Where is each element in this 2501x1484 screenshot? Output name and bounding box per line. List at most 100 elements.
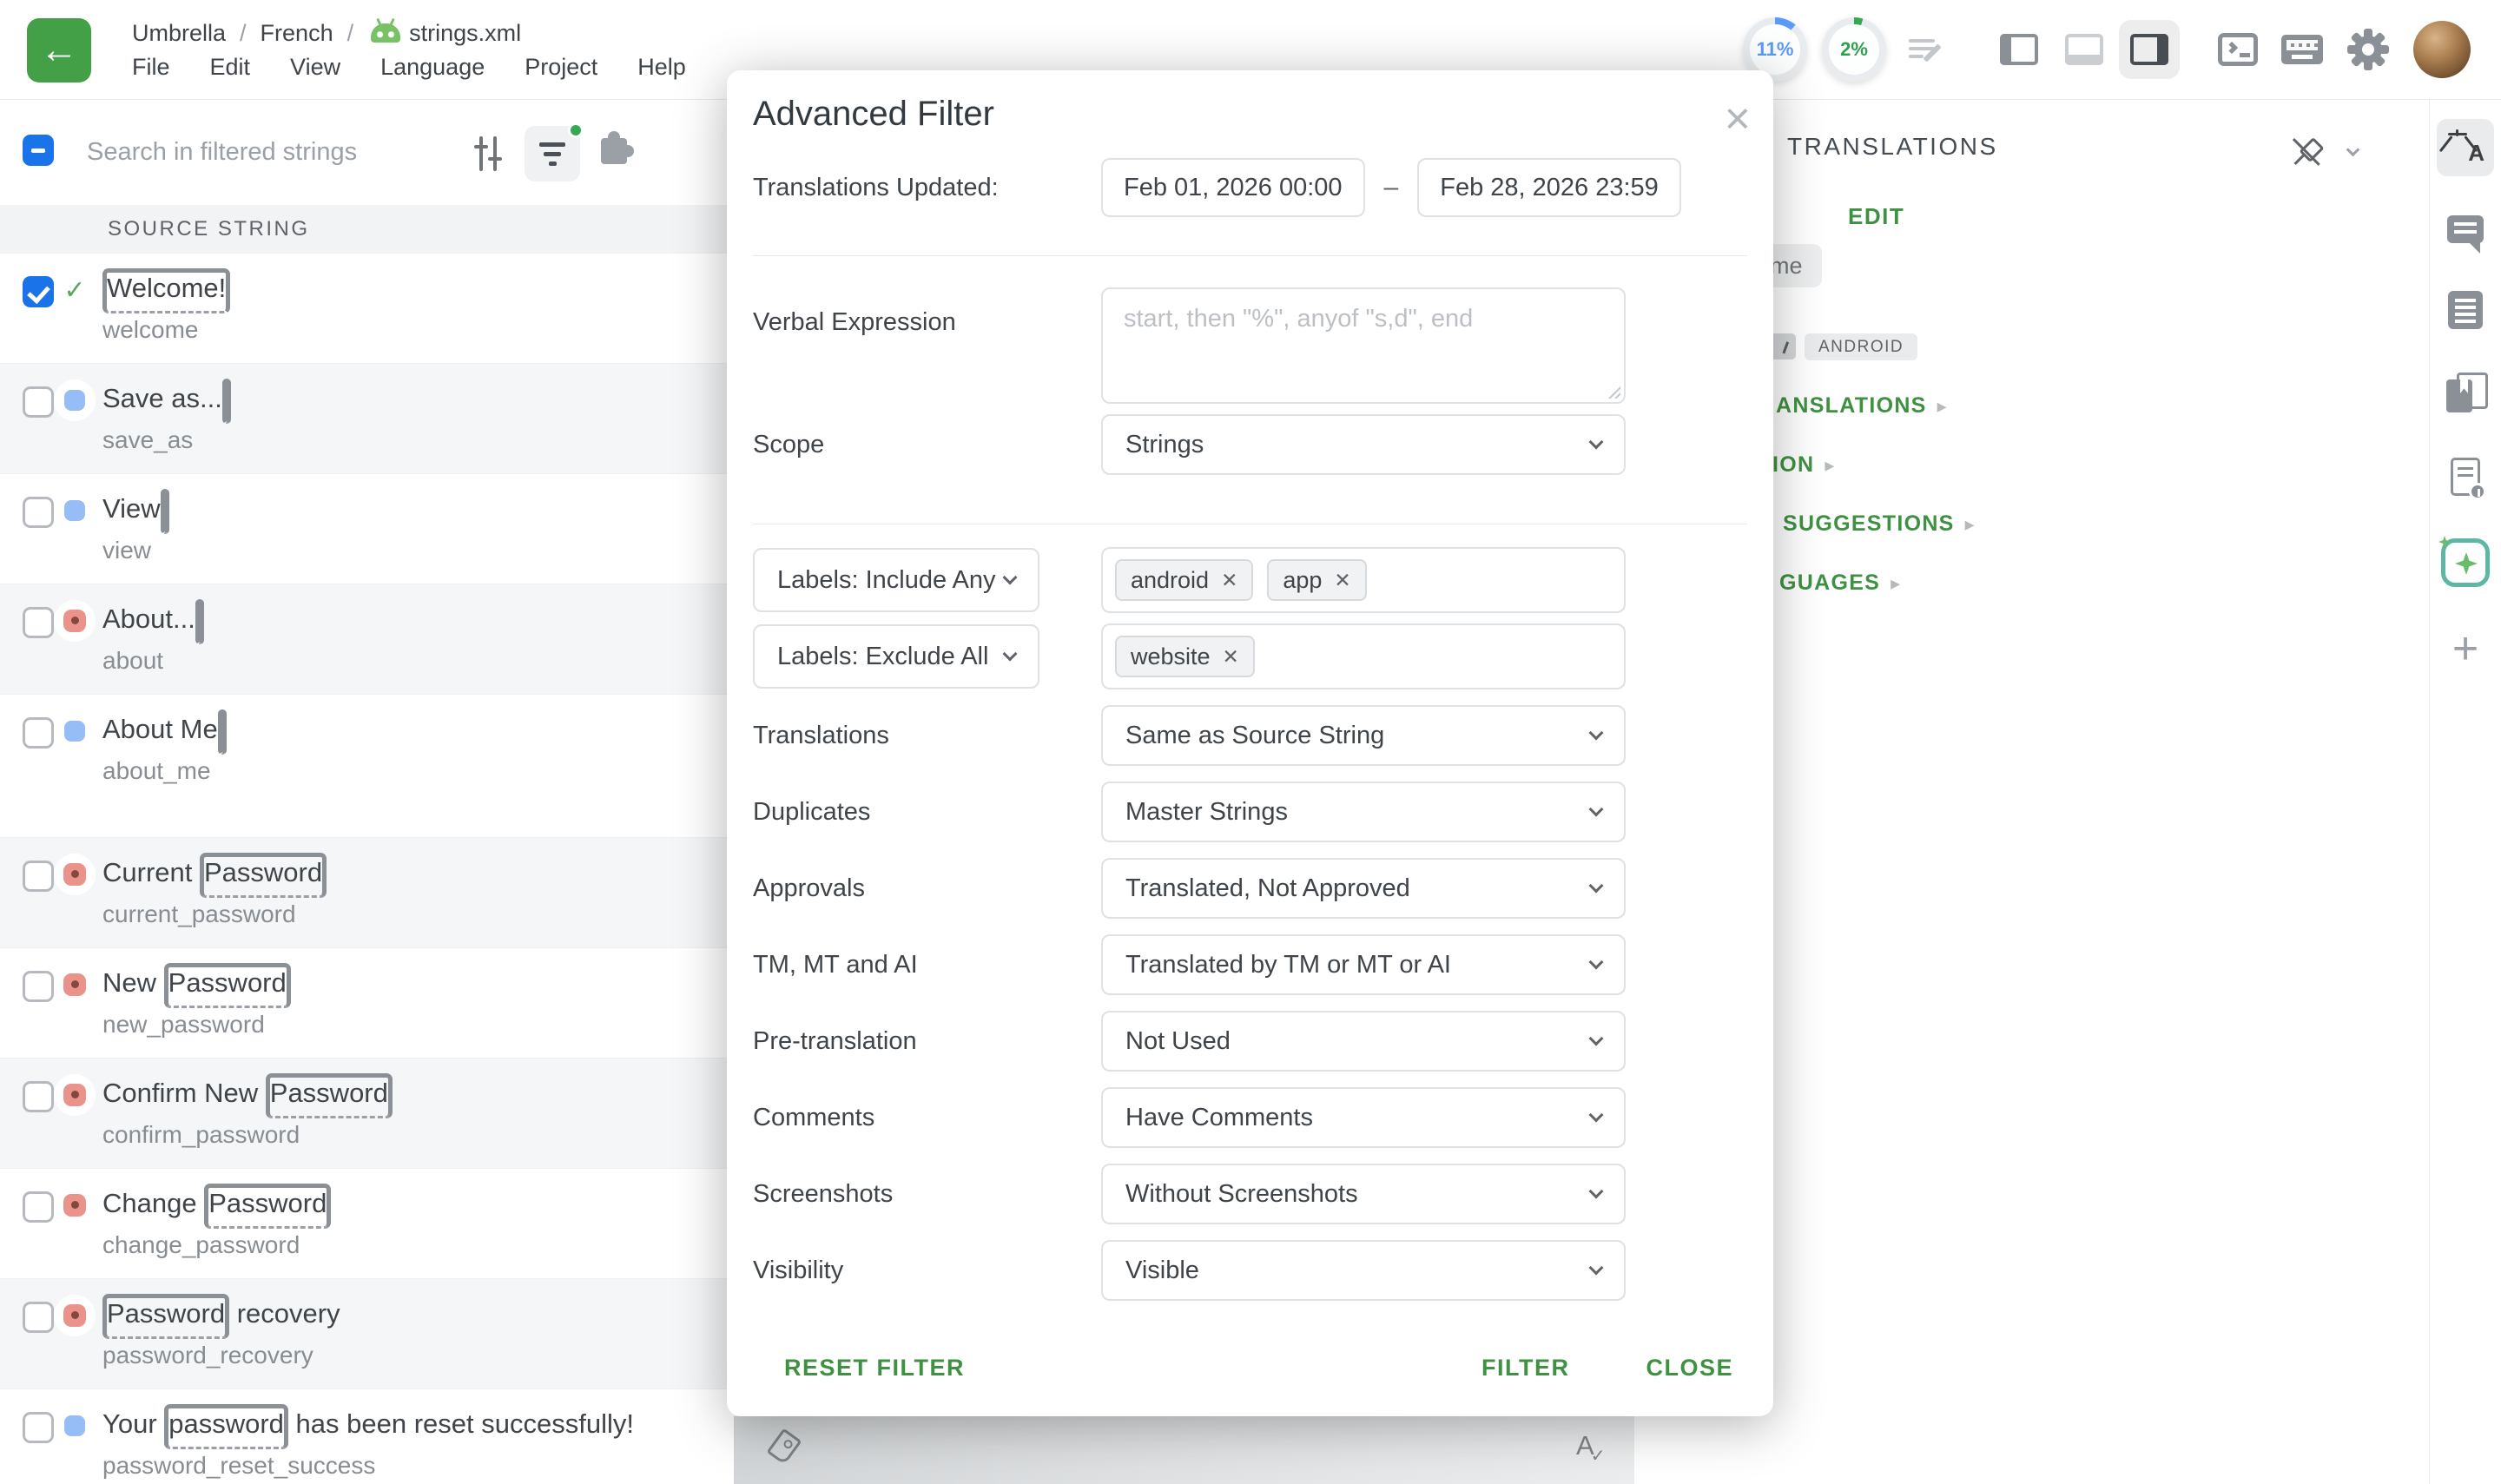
context-tab-icon[interactable] [2437, 281, 2494, 339]
add-panel-icon[interactable]: + [2437, 620, 2494, 677]
row-checkbox[interactable] [23, 1081, 54, 1112]
layout-bottom-panel-icon[interactable] [2063, 29, 2105, 70]
list-item[interactable]: Current Password current_password [0, 837, 734, 947]
translations-select[interactable]: Same as Source String [1101, 705, 1626, 766]
select-all-checkbox[interactable] [23, 135, 54, 166]
tm-mt-ai-select[interactable]: Translated by TM or MT or AI [1101, 934, 1626, 995]
row-checkbox[interactable] [23, 497, 54, 528]
list-item[interactable]: Password recovery password_recovery [0, 1278, 734, 1388]
plugins-icon[interactable] [601, 138, 627, 164]
breadcrumb-language[interactable]: French [261, 20, 333, 47]
list-item[interactable]: View view [0, 473, 734, 584]
scope-select[interactable]: Strings [1101, 414, 1626, 475]
comments-select[interactable]: Have Comments [1101, 1087, 1626, 1148]
ai-assistant-tab-icon[interactable] [2437, 534, 2494, 591]
screenshots-select[interactable]: Without Screenshots [1101, 1164, 1626, 1224]
approved-progress-badge[interactable]: 2% [1822, 17, 1886, 82]
menu-view[interactable]: View [290, 54, 340, 81]
layout-left-panel-icon[interactable] [1998, 29, 2040, 70]
date-from-input[interactable]: Feb 01, 2026 00:00 [1101, 158, 1365, 217]
list-item[interactable]: ✓ Welcome! welcome [0, 253, 734, 363]
search-input[interactable]: Search in filtered strings [87, 138, 357, 167]
edit-link[interactable]: EDIT [1848, 203, 1904, 230]
section-link-suggestions[interactable]: SUGGESTIONS▸ [1783, 511, 1976, 537]
file-info-tab-icon[interactable] [2437, 448, 2494, 505]
duplicates-filter-row: Duplicates Master Strings [753, 782, 1747, 842]
remove-tag-icon[interactable]: ✕ [1334, 569, 1350, 592]
gear-icon[interactable] [2347, 29, 2389, 70]
menu-file[interactable]: File [132, 54, 170, 81]
list-item[interactable]: Change Password change_password [0, 1168, 734, 1278]
list-item[interactable]: Save as... save_as [0, 363, 734, 473]
row-checkbox[interactable] [23, 1302, 54, 1333]
filter-active-dot [568, 122, 584, 138]
tm-mt-ai-filter-row: TM, MT and AI Translated by TM or MT or … [753, 934, 1747, 995]
reset-filter-button[interactable]: RESET FILTER [784, 1355, 965, 1382]
status-untranslated-icon [54, 379, 96, 421]
chevron-down-icon [1589, 802, 1604, 817]
row-checkbox[interactable] [23, 717, 54, 749]
list-item[interactable]: About Me about_me [0, 694, 734, 837]
row-checkbox[interactable] [23, 276, 54, 307]
edit-note-icon[interactable] [1905, 29, 1947, 70]
labels-include-select[interactable]: Labels: Include Any [753, 548, 1039, 612]
row-checkbox[interactable] [23, 971, 54, 1002]
menu-project[interactable]: Project [525, 54, 597, 81]
menu-edit[interactable]: Edit [210, 54, 251, 81]
pin-icon[interactable] [2293, 138, 2324, 169]
status-untranslated-icon [54, 710, 96, 752]
back-button[interactable]: ← [27, 18, 91, 82]
verbal-expression-textarea[interactable]: start, then "%", anyof "s,d", end [1101, 287, 1626, 404]
glossary-tab-icon[interactable] [2437, 365, 2494, 422]
filter-button[interactable]: FILTER [1481, 1355, 1569, 1382]
comments-tab-icon[interactable] [2437, 201, 2494, 258]
row-checkbox[interactable] [23, 607, 54, 638]
menu-help[interactable]: Help [637, 54, 686, 81]
close-icon[interactable]: × [1725, 96, 1751, 142]
menu-language[interactable]: Language [380, 54, 485, 81]
row-checkbox[interactable] [23, 386, 54, 418]
status-issue-icon [54, 1184, 96, 1226]
labels-exclude-select[interactable]: Labels: Exclude All [753, 624, 1039, 689]
terminal-icon[interactable] [2217, 29, 2259, 70]
close-button[interactable]: CLOSE [1646, 1355, 1733, 1382]
chevron-down-icon[interactable] [2346, 143, 2360, 157]
list-item[interactable]: New Password new_password [0, 947, 734, 1058]
list-item[interactable]: Your password has been reset successfull… [0, 1388, 734, 1484]
row-checkbox[interactable] [23, 1191, 54, 1223]
visibility-select[interactable]: Visible [1101, 1240, 1626, 1301]
breadcrumb-file[interactable]: strings.xml [409, 20, 521, 47]
pre-translation-select[interactable]: Not Used [1101, 1011, 1626, 1072]
section-link-translation[interactable]: ION▸ [1772, 452, 1836, 478]
string-key: view [0, 524, 734, 584]
list-item[interactable]: Confirm New Password confirm_password [0, 1058, 734, 1168]
keyboard-icon[interactable] [2281, 29, 2323, 70]
tag-icon[interactable] [766, 1428, 802, 1466]
labels-exclude-tagbox[interactable]: website✕ [1101, 623, 1626, 689]
section-link-languages[interactable]: GUAGES▸ [1779, 571, 1902, 596]
status-issue-icon [54, 1295, 96, 1336]
row-checkbox[interactable] [23, 1412, 54, 1443]
section-link-translations[interactable]: ANSLATIONS▸ [1776, 393, 1948, 419]
string-key: about [0, 635, 734, 694]
status-untranslated-icon [54, 1405, 96, 1447]
avatar[interactable] [2413, 21, 2471, 78]
status-approved-icon: ✓ [54, 269, 96, 311]
date-to-input[interactable]: Feb 28, 2026 23:59 [1417, 158, 1681, 217]
string-key: password_reset_success [0, 1440, 734, 1484]
list-item[interactable]: About... about [0, 584, 734, 694]
translations-tab-icon[interactable]: A [2437, 119, 2494, 176]
breadcrumb-project[interactable]: Umbrella [132, 20, 226, 47]
filter-button-active[interactable] [525, 126, 580, 181]
row-checkbox[interactable] [23, 861, 54, 892]
editor-toolbar-strip: A✓ [734, 1416, 1634, 1484]
layout-right-panel-icon[interactable] [2128, 29, 2170, 70]
strings-panel: Search in filtered strings SOURCE STRING… [0, 100, 734, 1484]
duplicates-select[interactable]: Master Strings [1101, 782, 1626, 842]
remove-tag-icon[interactable]: ✕ [1223, 645, 1239, 669]
approvals-select[interactable]: Translated, Not Approved [1101, 858, 1626, 919]
remove-tag-icon[interactable]: ✕ [1221, 569, 1237, 592]
view-options-icon[interactable] [469, 135, 507, 173]
spellcheck-icon[interactable]: A✓ [1576, 1430, 1608, 1461]
labels-include-tagbox[interactable]: android✕ app✕ [1101, 547, 1626, 613]
